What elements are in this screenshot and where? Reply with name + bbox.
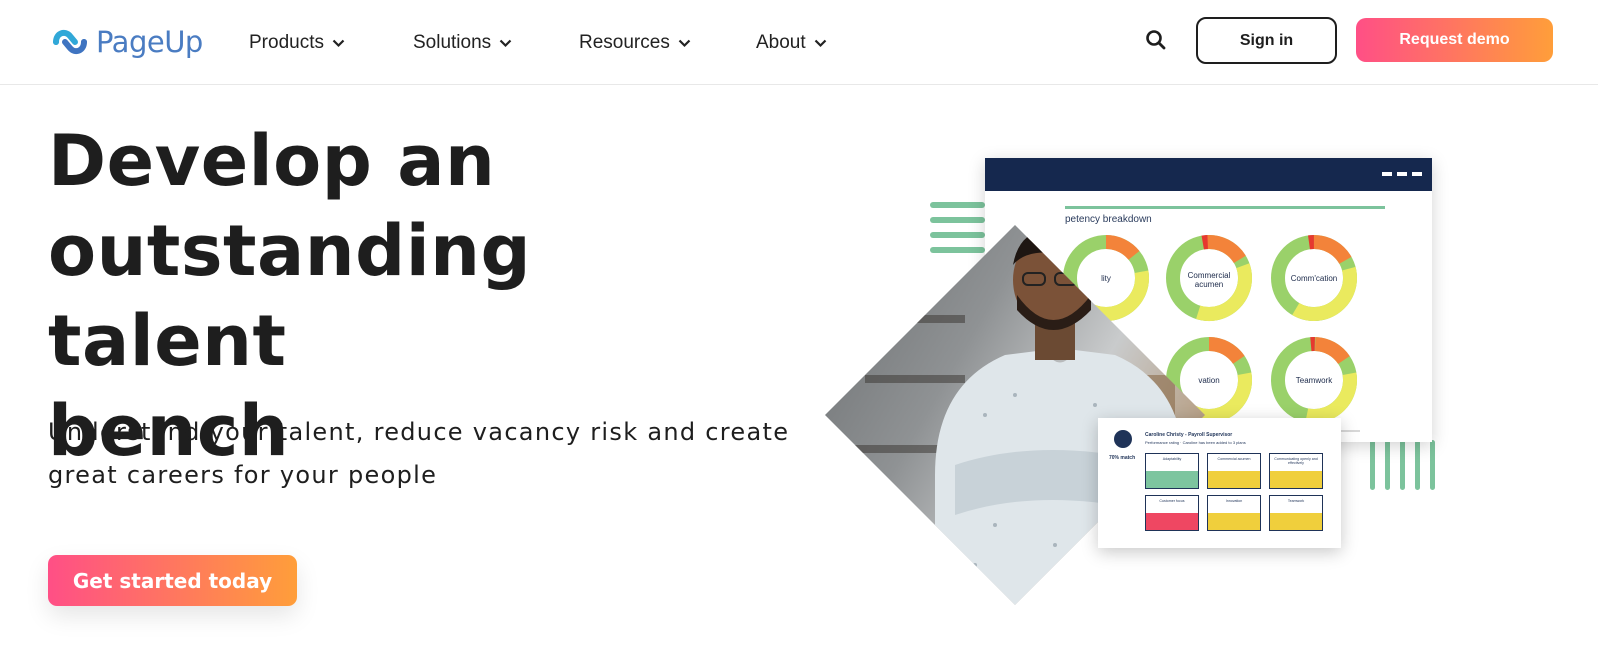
donut-label: Comm'cation — [1290, 274, 1338, 283]
decorative-vertical-lines — [1370, 440, 1435, 490]
pageup-logo[interactable]: PageUp — [48, 22, 203, 62]
competency-tile: Adaptability — [1145, 453, 1199, 489]
menu-icon — [1382, 172, 1422, 176]
employee-profile-card: Caroline Christy - Payroll Supervisor Pe… — [1098, 418, 1341, 548]
donut-label: vation — [1198, 376, 1220, 385]
profile-subtitle: Performance rating · Caroline has been a… — [1145, 440, 1246, 445]
search-icon — [1146, 30, 1166, 50]
profile-name: Caroline Christy - Payroll Supervisor — [1145, 432, 1233, 438]
site-header: PageUp Products Solutions Resources Abou… — [0, 0, 1598, 85]
search-button[interactable] — [1142, 26, 1170, 54]
nav-products-label: Products — [249, 32, 324, 53]
chevron-down-icon — [499, 39, 512, 47]
main-nav: Products Solutions Resources About — [249, 28, 856, 58]
sign-in-button[interactable]: Sign in — [1196, 17, 1337, 64]
logo-text: PageUp — [96, 25, 203, 59]
hero-illustration: petency breakdown lity Commercial acumen… — [825, 150, 1445, 605]
nav-products[interactable]: Products — [249, 28, 413, 58]
nav-about-label: About — [756, 32, 806, 53]
chevron-down-icon — [332, 39, 345, 47]
hero-headline-line: outstanding talent — [48, 210, 532, 382]
dashboard-accent-line — [1065, 206, 1385, 209]
hero-subheading: Understand your talent, reduce vacancy r… — [48, 411, 808, 497]
competency-tile: Teamwork — [1269, 495, 1323, 531]
tile-label: Teamwork — [1287, 499, 1305, 503]
decorative-lines — [930, 202, 985, 262]
nav-resources-label: Resources — [579, 32, 670, 53]
donut-label: Commercial acumen — [1187, 271, 1231, 289]
chevron-down-icon — [678, 39, 691, 47]
get-started-button[interactable]: Get started today — [48, 555, 297, 606]
match-score: 70% match — [1109, 455, 1136, 461]
tile-label: Innovation — [1225, 499, 1243, 503]
nav-solutions[interactable]: Solutions — [413, 28, 579, 58]
tile-label: Customer focus — [1159, 499, 1185, 503]
hero-subheading-line: great careers for your people — [48, 461, 438, 489]
nav-resources[interactable]: Resources — [579, 28, 756, 58]
competency-tile: Commercial acumen — [1207, 453, 1261, 489]
tile-label: Commercial acumen — [1217, 457, 1251, 461]
tile-label: Adaptability — [1162, 457, 1182, 461]
competency-tile: Innovation — [1207, 495, 1261, 531]
avatar — [1114, 430, 1132, 448]
donut-label: Teamwork — [1295, 376, 1333, 385]
pageup-logo-mark-icon — [53, 29, 87, 55]
nav-solutions-label: Solutions — [413, 32, 492, 53]
dashboard-title: petency breakdown — [1065, 214, 1152, 225]
request-demo-button[interactable]: Request demo — [1356, 18, 1553, 62]
nav-about[interactable]: About — [756, 28, 856, 58]
donut-label: lity — [1101, 274, 1111, 283]
hero-headline-line: Develop an — [48, 120, 496, 202]
chevron-down-icon — [814, 39, 826, 47]
competency-tile: Customer focus — [1145, 495, 1199, 531]
hero-subheading-line: Understand your talent, reduce vacancy r… — [48, 418, 790, 446]
tile-label: Communicating openly and effectively — [1274, 457, 1318, 465]
competency-tile: Communicating openly and effectively — [1269, 453, 1323, 489]
dashboard-title-bar — [985, 158, 1432, 191]
